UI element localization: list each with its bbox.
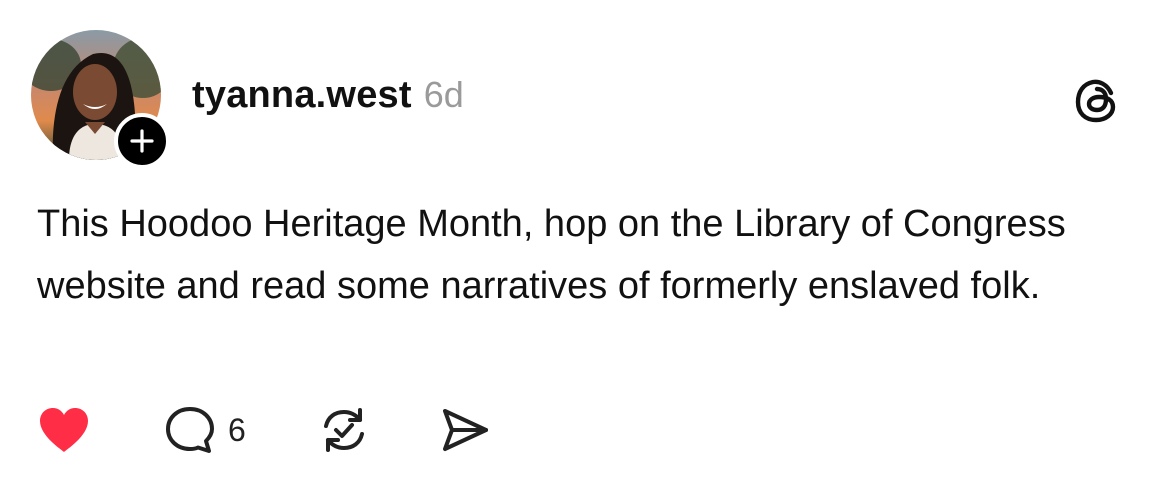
username-link[interactable]: tyanna.west (192, 74, 412, 117)
post-header: tyanna.west 6d (192, 74, 464, 120)
repost-button[interactable] (318, 404, 370, 456)
action-bar: 6 (37, 403, 490, 457)
follow-button[interactable] (114, 113, 170, 169)
send-icon (442, 409, 488, 451)
like-button[interactable] (37, 406, 91, 454)
reply-count: 6 (228, 411, 246, 448)
threads-logo-icon[interactable] (1072, 76, 1122, 126)
avatar-container (31, 30, 170, 169)
share-button[interactable] (440, 406, 490, 454)
post-body: This Hoodoo Heritage Month, hop on the L… (37, 203, 1066, 307)
threads-post: tyanna.west 6d This Hoodoo Heritage Mont… (0, 0, 1170, 497)
plus-icon (130, 129, 154, 153)
reply-button[interactable]: 6 (164, 405, 246, 455)
repost-icon (323, 408, 364, 452)
post-timestamp: 6d (423, 74, 464, 115)
comment-bubble-icon (166, 407, 214, 453)
heart-icon (40, 408, 88, 452)
